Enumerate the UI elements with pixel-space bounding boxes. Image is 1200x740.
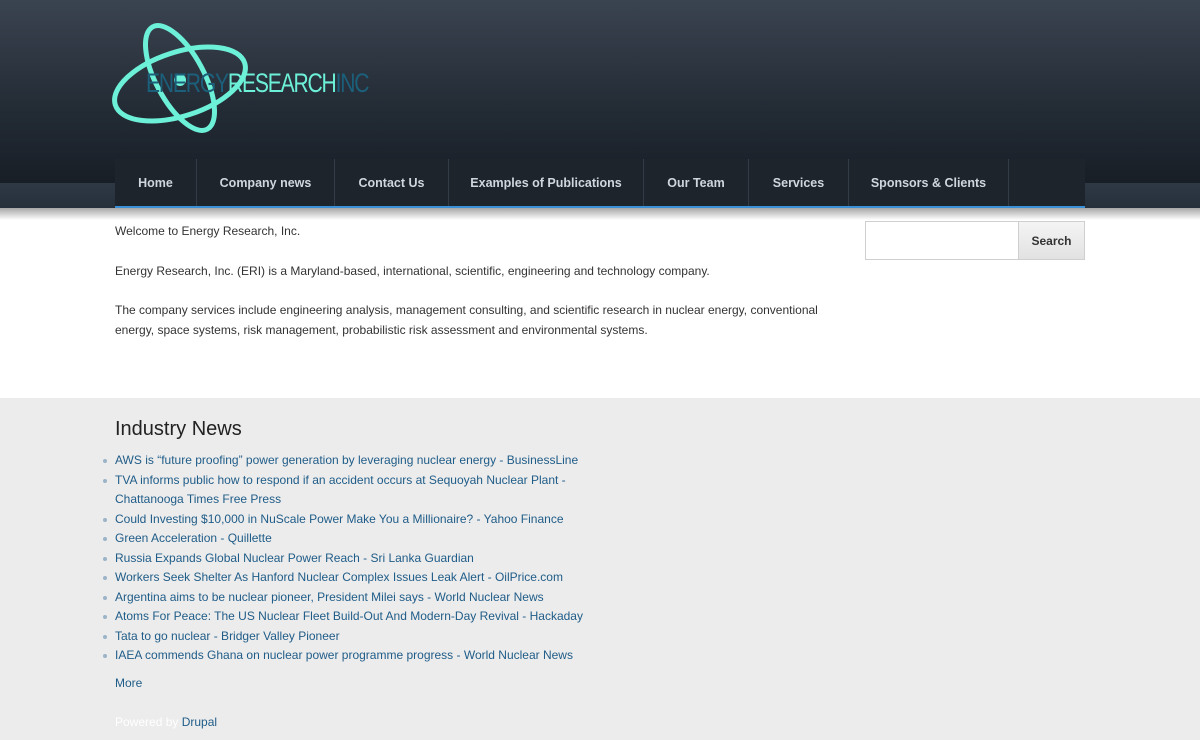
news-link[interactable]: Workers Seek Shelter As Hanford Nuclear … bbox=[115, 570, 563, 584]
more-link[interactable]: More bbox=[115, 675, 142, 691]
list-item: Tata to go nuclear - Bridger Valley Pion… bbox=[103, 627, 635, 647]
main-navigation: Home Company news Contact Us Examples of… bbox=[115, 159, 1085, 208]
site-logo[interactable]: ENERGYRESEARCHINC bbox=[112, 16, 370, 141]
nav-item-services[interactable]: Services bbox=[749, 159, 849, 206]
list-item: Argentina aims to be nuclear pioneer, Pr… bbox=[103, 588, 635, 608]
drupal-link[interactable]: Drupal bbox=[182, 715, 217, 729]
list-item: Russia Expands Global Nuclear Power Reac… bbox=[103, 549, 635, 569]
content-area: Welcome to Energy Research, Inc. Energy … bbox=[0, 208, 1200, 398]
list-item: IAEA commends Ghana on nuclear power pro… bbox=[103, 646, 635, 666]
list-item: Could Investing $10,000 in NuScale Power… bbox=[103, 510, 635, 530]
news-link[interactable]: Tata to go nuclear - Bridger Valley Pion… bbox=[115, 629, 340, 643]
news-link[interactable]: Russia Expands Global Nuclear Power Reac… bbox=[115, 551, 474, 565]
powered-by: Powered by Drupal bbox=[115, 714, 217, 730]
main-content: Welcome to Energy Research, Inc. Energy … bbox=[115, 222, 835, 360]
search-button[interactable]: Search bbox=[1018, 221, 1085, 260]
nav-item-publications[interactable]: Examples of Publications bbox=[449, 159, 644, 206]
nav-item-company-news[interactable]: Company news bbox=[197, 159, 335, 206]
news-link[interactable]: AWS is “future proofing” power generatio… bbox=[115, 453, 578, 467]
news-list: AWS is “future proofing” power generatio… bbox=[103, 451, 635, 666]
list-item: Green Acceleration - Quillette bbox=[103, 529, 635, 549]
industry-news: Industry News AWS is “future proofing” p… bbox=[103, 418, 635, 666]
logo-word-energy: ENERGY bbox=[146, 68, 229, 98]
industry-news-title: Industry News bbox=[115, 418, 242, 440]
logo-word-inc: INC bbox=[335, 68, 370, 98]
header-shadow bbox=[0, 208, 1200, 220]
news-link[interactable]: IAEA commends Ghana on nuclear power pro… bbox=[115, 648, 573, 662]
powered-by-label: Powered by bbox=[115, 715, 179, 729]
nav-item-contact-us[interactable]: Contact Us bbox=[335, 159, 449, 206]
news-link[interactable]: Could Investing $10,000 in NuScale Power… bbox=[115, 512, 564, 526]
nav-item-sponsors-clients[interactable]: Sponsors & Clients bbox=[849, 159, 1009, 206]
nav-item-our-team[interactable]: Our Team bbox=[644, 159, 749, 206]
list-item: Workers Seek Shelter As Hanford Nuclear … bbox=[103, 568, 635, 588]
intro-text: Energy Research, Inc. (ERI) is a Marylan… bbox=[115, 263, 710, 278]
news-link[interactable]: TVA informs public how to respond if an … bbox=[115, 473, 566, 507]
news-link[interactable]: Green Acceleration - Quillette bbox=[115, 531, 272, 545]
services-text: The company services include engineering… bbox=[115, 303, 818, 337]
logo-wordmark: ENERGYRESEARCHINC bbox=[146, 66, 370, 100]
logo-word-research: RESEARCH bbox=[227, 68, 337, 98]
nav-item-home[interactable]: Home bbox=[115, 159, 197, 206]
welcome-text: Welcome to Energy Research, Inc. bbox=[115, 224, 301, 238]
news-link[interactable]: Argentina aims to be nuclear pioneer, Pr… bbox=[115, 590, 544, 604]
list-item: AWS is “future proofing” power generatio… bbox=[103, 451, 635, 471]
list-item: TVA informs public how to respond if an … bbox=[103, 471, 635, 510]
news-link[interactable]: Atoms For Peace: The US Nuclear Fleet Bu… bbox=[115, 609, 583, 623]
search-input[interactable] bbox=[865, 221, 1019, 260]
list-item: Atoms For Peace: The US Nuclear Fleet Bu… bbox=[103, 607, 635, 627]
